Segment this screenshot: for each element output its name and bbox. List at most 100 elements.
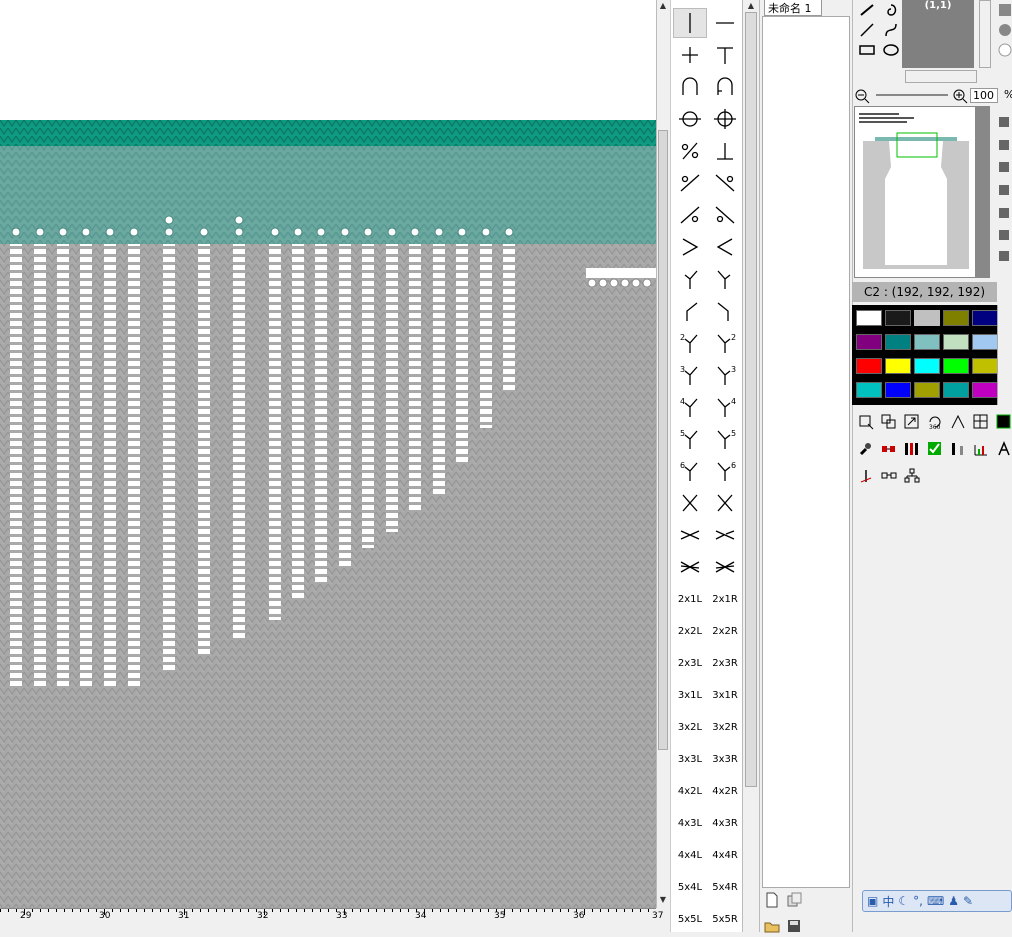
scroll-up-arrow[interactable]: ▲ xyxy=(657,0,669,12)
ime-user-icon[interactable]: ♟ xyxy=(948,894,959,908)
cable-3x2R-button[interactable]: 3x2R xyxy=(708,712,742,742)
thumbnail-scrollbar[interactable] xyxy=(976,106,990,278)
color-swatch[interactable] xyxy=(885,334,911,350)
grid-view-icon[interactable] xyxy=(994,112,1012,132)
green-check-icon[interactable] xyxy=(925,439,945,459)
pencil-tool-icon[interactable] xyxy=(857,0,877,20)
ime-toolbar[interactable]: ▣ 中 ☾ °, ⌨ ♟ ✎ xyxy=(862,890,1012,912)
zoom-slider[interactable] xyxy=(876,94,948,96)
circle-stitch-icon[interactable] xyxy=(673,104,707,134)
move-right-5-icon[interactable]: 5 xyxy=(708,424,742,454)
needle-icon[interactable] xyxy=(856,466,876,486)
color-swatch[interactable] xyxy=(943,310,969,326)
scroll-down-arrow[interactable]: ▼ xyxy=(657,894,669,906)
move-left-4-icon[interactable]: 4 xyxy=(673,392,707,422)
cable-5x4L-button[interactable]: 5x4L xyxy=(673,872,707,902)
cable-2x2-a-icon[interactable] xyxy=(673,552,707,582)
purl-stitch-icon[interactable] xyxy=(708,8,742,38)
cable-2x1R-button[interactable]: 2x1R xyxy=(708,584,742,614)
color-swatch[interactable] xyxy=(856,310,882,326)
shield-icon[interactable] xyxy=(994,225,1012,245)
knit-chart-canvas[interactable] xyxy=(0,0,656,908)
cable-2x1L-button[interactable]: 2x1L xyxy=(673,584,707,614)
preview-vscroll[interactable] xyxy=(979,0,991,68)
knit-stitch-icon[interactable] xyxy=(673,8,707,38)
move-right-2-icon[interactable]: 2 xyxy=(708,328,742,358)
cable-3x3R-button[interactable]: 3x3R xyxy=(708,744,742,774)
transfer-inv-t-icon[interactable] xyxy=(708,136,742,166)
swatch-scrollbar[interactable] xyxy=(997,305,1012,405)
grid2-icon[interactable] xyxy=(994,157,1012,177)
knit-grid[interactable] xyxy=(0,0,656,908)
cross-b-icon[interactable] xyxy=(708,488,742,518)
chart-icon[interactable] xyxy=(971,439,991,459)
resize-icon[interactable] xyxy=(902,412,922,432)
transfer-left-icon[interactable] xyxy=(673,136,707,166)
copy-region-icon[interactable] xyxy=(879,412,899,432)
zoom-out-icon[interactable] xyxy=(852,86,872,106)
cable-4x4R-button[interactable]: 4x4R xyxy=(708,840,742,870)
ime-settings-icon[interactable]: ✎ xyxy=(963,894,973,908)
ime-language[interactable]: 中 xyxy=(882,893,894,910)
column-marker-icon[interactable] xyxy=(948,439,968,459)
cable-4x3R-button[interactable]: 4x3R xyxy=(708,808,742,838)
color-swatch[interactable] xyxy=(914,358,940,374)
color-swatch[interactable] xyxy=(885,382,911,398)
move-right-4-icon[interactable]: 4 xyxy=(708,392,742,422)
bars-icon[interactable] xyxy=(994,246,1012,266)
cable-2x2-b-icon[interactable] xyxy=(708,552,742,582)
fill-circle-icon[interactable] xyxy=(995,20,1012,40)
cable-3x1R-button[interactable]: 3x1R xyxy=(708,680,742,710)
ime-mode-icon[interactable]: ▣ xyxy=(867,894,878,908)
flip-icon[interactable] xyxy=(948,412,968,432)
ime-punct-icon[interactable]: °, xyxy=(913,894,923,908)
bar-columns-icon[interactable] xyxy=(902,439,922,459)
flow-icon[interactable] xyxy=(879,466,899,486)
palette-scrollbar[interactable]: ▲ xyxy=(742,0,758,932)
ime-moon-icon[interactable]: ☾ xyxy=(898,894,909,908)
tree-icon[interactable] xyxy=(902,466,922,486)
cable-5x5L-button[interactable]: 5x5L xyxy=(673,904,707,934)
move-left-1-icon[interactable] xyxy=(673,264,707,294)
color-swatch[interactable] xyxy=(972,334,998,350)
move-right-step-icon[interactable] xyxy=(708,296,742,326)
line-tool-icon[interactable] xyxy=(857,20,877,40)
degree-icon[interactable] xyxy=(994,203,1012,223)
decrease-left-icon[interactable] xyxy=(708,232,742,262)
color-swatch[interactable] xyxy=(856,334,882,350)
palette-scroll-thumb[interactable] xyxy=(745,12,757,787)
transfer-right-2-icon[interactable] xyxy=(708,168,742,198)
document-tab[interactable]: 未命名 1 xyxy=(764,0,822,16)
transfer-right-3-icon[interactable] xyxy=(708,200,742,230)
cable-1x1-b-icon[interactable] xyxy=(708,520,742,550)
move-right-3-icon[interactable]: 3 xyxy=(708,360,742,390)
brush-icon[interactable] xyxy=(856,439,876,459)
black-fill-icon[interactable] xyxy=(994,412,1012,432)
color-swatch[interactable] xyxy=(943,358,969,374)
pin-icon[interactable] xyxy=(994,180,1012,200)
ellipse-tool-icon[interactable] xyxy=(881,40,901,60)
move-left-step-icon[interactable] xyxy=(673,296,707,326)
cable-2x2L-button[interactable]: 2x2L xyxy=(673,616,707,646)
move-left-3-icon[interactable]: 3 xyxy=(673,360,707,390)
curve-tool-icon[interactable] xyxy=(881,20,901,40)
cable-3x1L-button[interactable]: 3x1L xyxy=(673,680,707,710)
cable-3x3L-button[interactable]: 3x3L xyxy=(673,744,707,774)
transfer-left-2-icon[interactable] xyxy=(673,168,707,198)
color-swatch[interactable] xyxy=(914,334,940,350)
cable-2x2R-button[interactable]: 2x2R xyxy=(708,616,742,646)
grid-icon[interactable] xyxy=(971,412,991,432)
zoom-in-icon[interactable] xyxy=(950,86,970,106)
letter-a-icon[interactable] xyxy=(994,439,1012,459)
preview-hscroll[interactable] xyxy=(905,70,977,83)
move-left-2-icon[interactable]: 2 xyxy=(673,328,707,358)
move-right-6-icon[interactable]: 6 xyxy=(708,456,742,486)
scroll-thumb[interactable] xyxy=(658,130,668,750)
rectangle-tool-icon[interactable] xyxy=(857,40,877,60)
tuck-t-stitch-icon[interactable] xyxy=(708,40,742,70)
transfer-left-3-icon[interactable] xyxy=(673,200,707,230)
zoom-input[interactable]: 100 xyxy=(970,88,998,103)
color-swatch[interactable] xyxy=(972,382,998,398)
new-file-icon[interactable] xyxy=(764,892,780,908)
cable-2x3L-button[interactable]: 2x3L xyxy=(673,648,707,678)
